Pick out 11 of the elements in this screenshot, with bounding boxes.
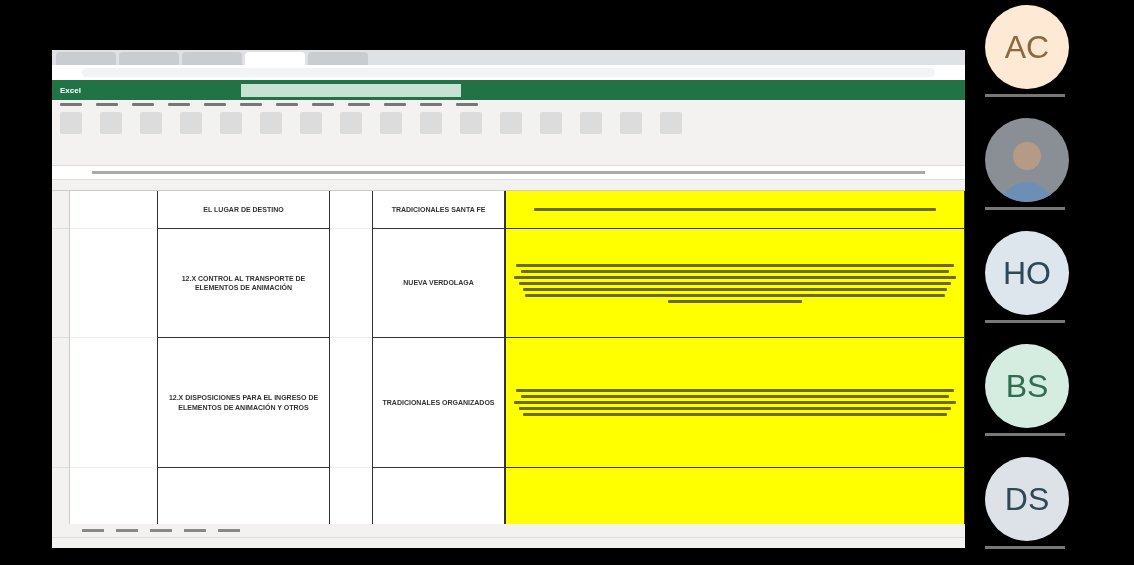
avatar: HO — [985, 231, 1069, 315]
row-header[interactable] — [52, 338, 70, 468]
formula-bar[interactable] — [52, 165, 965, 180]
avatar: DS — [985, 457, 1069, 541]
app-title: Excel — [60, 85, 81, 95]
search-field[interactable] — [240, 83, 461, 97]
row-header[interactable] — [52, 191, 70, 229]
avatar: BS — [985, 344, 1069, 428]
row-header[interactable] — [52, 229, 70, 338]
row-header[interactable] — [52, 468, 70, 524]
avatar: AC — [985, 5, 1069, 89]
